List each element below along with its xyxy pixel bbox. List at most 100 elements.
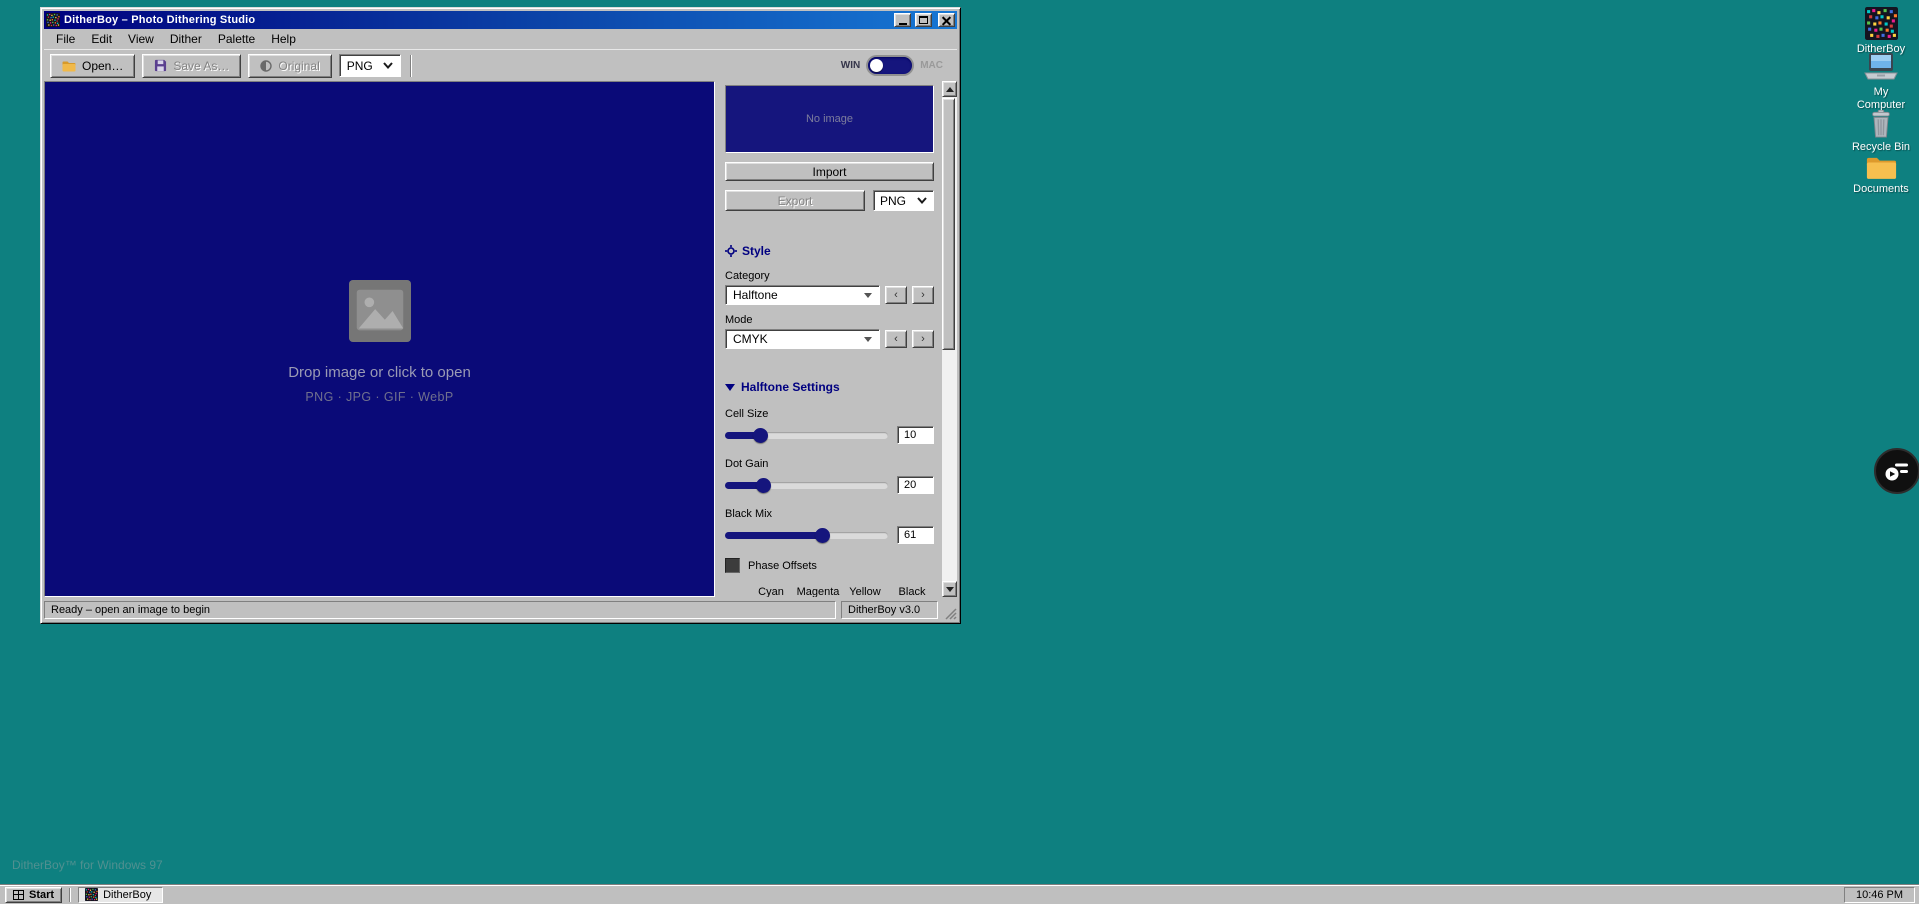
media-list-icon <box>1884 460 1910 482</box>
black-mix-input[interactable] <box>897 526 934 544</box>
yellow-knob-group: Yellow <box>843 586 887 597</box>
cyan-knob-group: Cyan <box>749 586 793 597</box>
chevron-down-icon <box>917 197 927 204</box>
mode-select[interactable]: CMYK <box>725 329 880 349</box>
window-content: Drop image or click to open PNG · JPG · … <box>44 81 957 597</box>
desktop-icon-recycle-bin[interactable]: Recycle Bin <box>1843 110 1919 154</box>
cell-size-input[interactable] <box>897 426 934 444</box>
recycle-bin-icon <box>1869 110 1893 138</box>
dot-gain-input[interactable] <box>897 476 934 494</box>
desktop-icon-documents[interactable]: Documents <box>1843 155 1919 196</box>
settings-panel: No image Import Export PNG Style Categor… <box>718 81 942 597</box>
windows-grid-icon <box>13 890 24 900</box>
desktop: DitherBoy – Photo Dithering Studio File … <box>0 0 1919 904</box>
phase-offsets-label: Phase Offsets <box>748 560 817 572</box>
export-format-select[interactable]: PNG <box>873 190 934 211</box>
mode-prev-button[interactable]: ‹ <box>885 330 907 348</box>
original-button[interactable]: Original <box>248 54 331 78</box>
black-mix-slider[interactable] <box>725 528 888 543</box>
taskbar-separator <box>69 888 71 902</box>
cell-size-slider[interactable] <box>725 428 888 443</box>
next-icon: › <box>921 333 925 345</box>
close-button[interactable] <box>938 13 955 27</box>
scrollbar-track[interactable] <box>942 97 957 581</box>
menu-bar: File Edit View Dither Palette Help <box>44 29 957 49</box>
preview-empty-text: No image <box>806 113 853 125</box>
app-window: DitherBoy – Photo Dithering Studio File … <box>40 7 961 624</box>
cell-size-group: Cell Size <box>725 408 934 444</box>
arrow-down-icon <box>946 587 954 592</box>
mode-next-button[interactable]: › <box>912 330 934 348</box>
taskbar-task-ditherboy[interactable]: DitherBoy <box>78 887 163 903</box>
image-drop-zone[interactable]: Drop image or click to open PNG · JPG · … <box>44 81 715 597</box>
floating-overlay-button[interactable] <box>1874 448 1919 494</box>
menu-edit[interactable]: Edit <box>83 30 120 48</box>
maximize-button[interactable] <box>915 13 932 27</box>
dot-gain-slider[interactable] <box>725 478 888 493</box>
minimize-button[interactable] <box>894 13 911 27</box>
chevron-down-icon <box>864 337 872 342</box>
mac-label: MAC <box>920 60 943 71</box>
magenta-knob-group: Magenta <box>796 586 840 597</box>
prev-icon: ‹ <box>894 333 898 345</box>
ditherboy-app-icon <box>46 13 60 27</box>
halftone-settings-header[interactable]: Halftone Settings <box>725 380 934 394</box>
resize-grip[interactable] <box>943 606 957 620</box>
scroll-up-button[interactable] <box>942 81 957 97</box>
phase-offsets-row: Phase Offsets <box>725 558 934 573</box>
ditherboy-app-icon <box>1865 7 1898 40</box>
black-knob-group: Black <box>890 586 934 597</box>
import-button[interactable]: Import <box>725 162 934 181</box>
toolbar: Open… Save As… Original PNG WIN MAC <box>44 49 957 81</box>
open-button[interactable]: Open… <box>50 54 135 78</box>
chevron-down-icon <box>383 62 393 69</box>
mode-label: Mode <box>725 314 934 326</box>
floppy-icon <box>154 59 167 72</box>
category-select[interactable]: Halftone <box>725 285 880 305</box>
arrow-up-icon <box>946 87 954 92</box>
cmyk-knobs-row: Cyan Magenta Yellow Black <box>749 586 934 597</box>
dot-gain-group: Dot Gain <box>725 458 934 494</box>
version-badge: DitherBoy v3.0 <box>841 601 938 619</box>
category-prev-button[interactable]: ‹ <box>885 286 907 304</box>
drop-hint-text: Drop image or click to open <box>288 364 471 381</box>
menu-view[interactable]: View <box>120 30 162 48</box>
preview-thumbnail: No image <box>725 85 934 153</box>
toolbar-separator <box>410 55 412 77</box>
menu-dither[interactable]: Dither <box>162 30 210 48</box>
toolbar-format-select[interactable]: PNG <box>339 54 401 77</box>
folder-icon <box>62 60 76 72</box>
save-as-button[interactable]: Save As… <box>142 54 241 78</box>
win-label: WIN <box>841 60 860 71</box>
prev-icon: ‹ <box>894 289 898 301</box>
slider-thumb[interactable] <box>753 428 768 443</box>
export-button[interactable]: Export <box>725 190 865 211</box>
scroll-down-button[interactable] <box>942 581 957 597</box>
platform-toggle[interactable] <box>868 57 912 74</box>
category-row: Halftone ‹ › <box>725 285 934 305</box>
menu-help[interactable]: Help <box>263 30 304 48</box>
category-label: Category <box>725 270 934 282</box>
category-next-button[interactable]: › <box>912 286 934 304</box>
menu-file[interactable]: File <box>48 30 83 48</box>
supported-formats-text: PNG · JPG · GIF · WebP <box>305 390 453 404</box>
phase-offsets-checkbox[interactable] <box>725 558 740 573</box>
desktop-icon-my-computer[interactable]: My Computer <box>1843 53 1919 111</box>
close-icon <box>942 16 951 25</box>
panel-scrollbar[interactable] <box>942 81 957 597</box>
start-button[interactable]: Start <box>5 887 62 903</box>
scrollbar-thumb[interactable] <box>942 98 955 350</box>
menu-palette[interactable]: Palette <box>210 30 263 48</box>
slider-thumb[interactable] <box>815 528 830 543</box>
window-title: DitherBoy – Photo Dithering Studio <box>64 14 890 26</box>
desktop-icon-ditherboy[interactable]: DitherBoy <box>1843 7 1919 56</box>
maximize-icon <box>919 16 928 24</box>
taskbar-clock: 10:46 PM <box>1844 887 1915 903</box>
toggle-knob <box>870 59 883 72</box>
chevron-down-icon <box>864 293 872 298</box>
slider-thumb[interactable] <box>756 478 771 493</box>
platform-toggle-group: WIN MAC <box>841 57 951 74</box>
black-mix-group: Black Mix <box>725 508 934 544</box>
computer-icon <box>1863 53 1899 83</box>
title-bar[interactable]: DitherBoy – Photo Dithering Studio <box>44 11 957 29</box>
